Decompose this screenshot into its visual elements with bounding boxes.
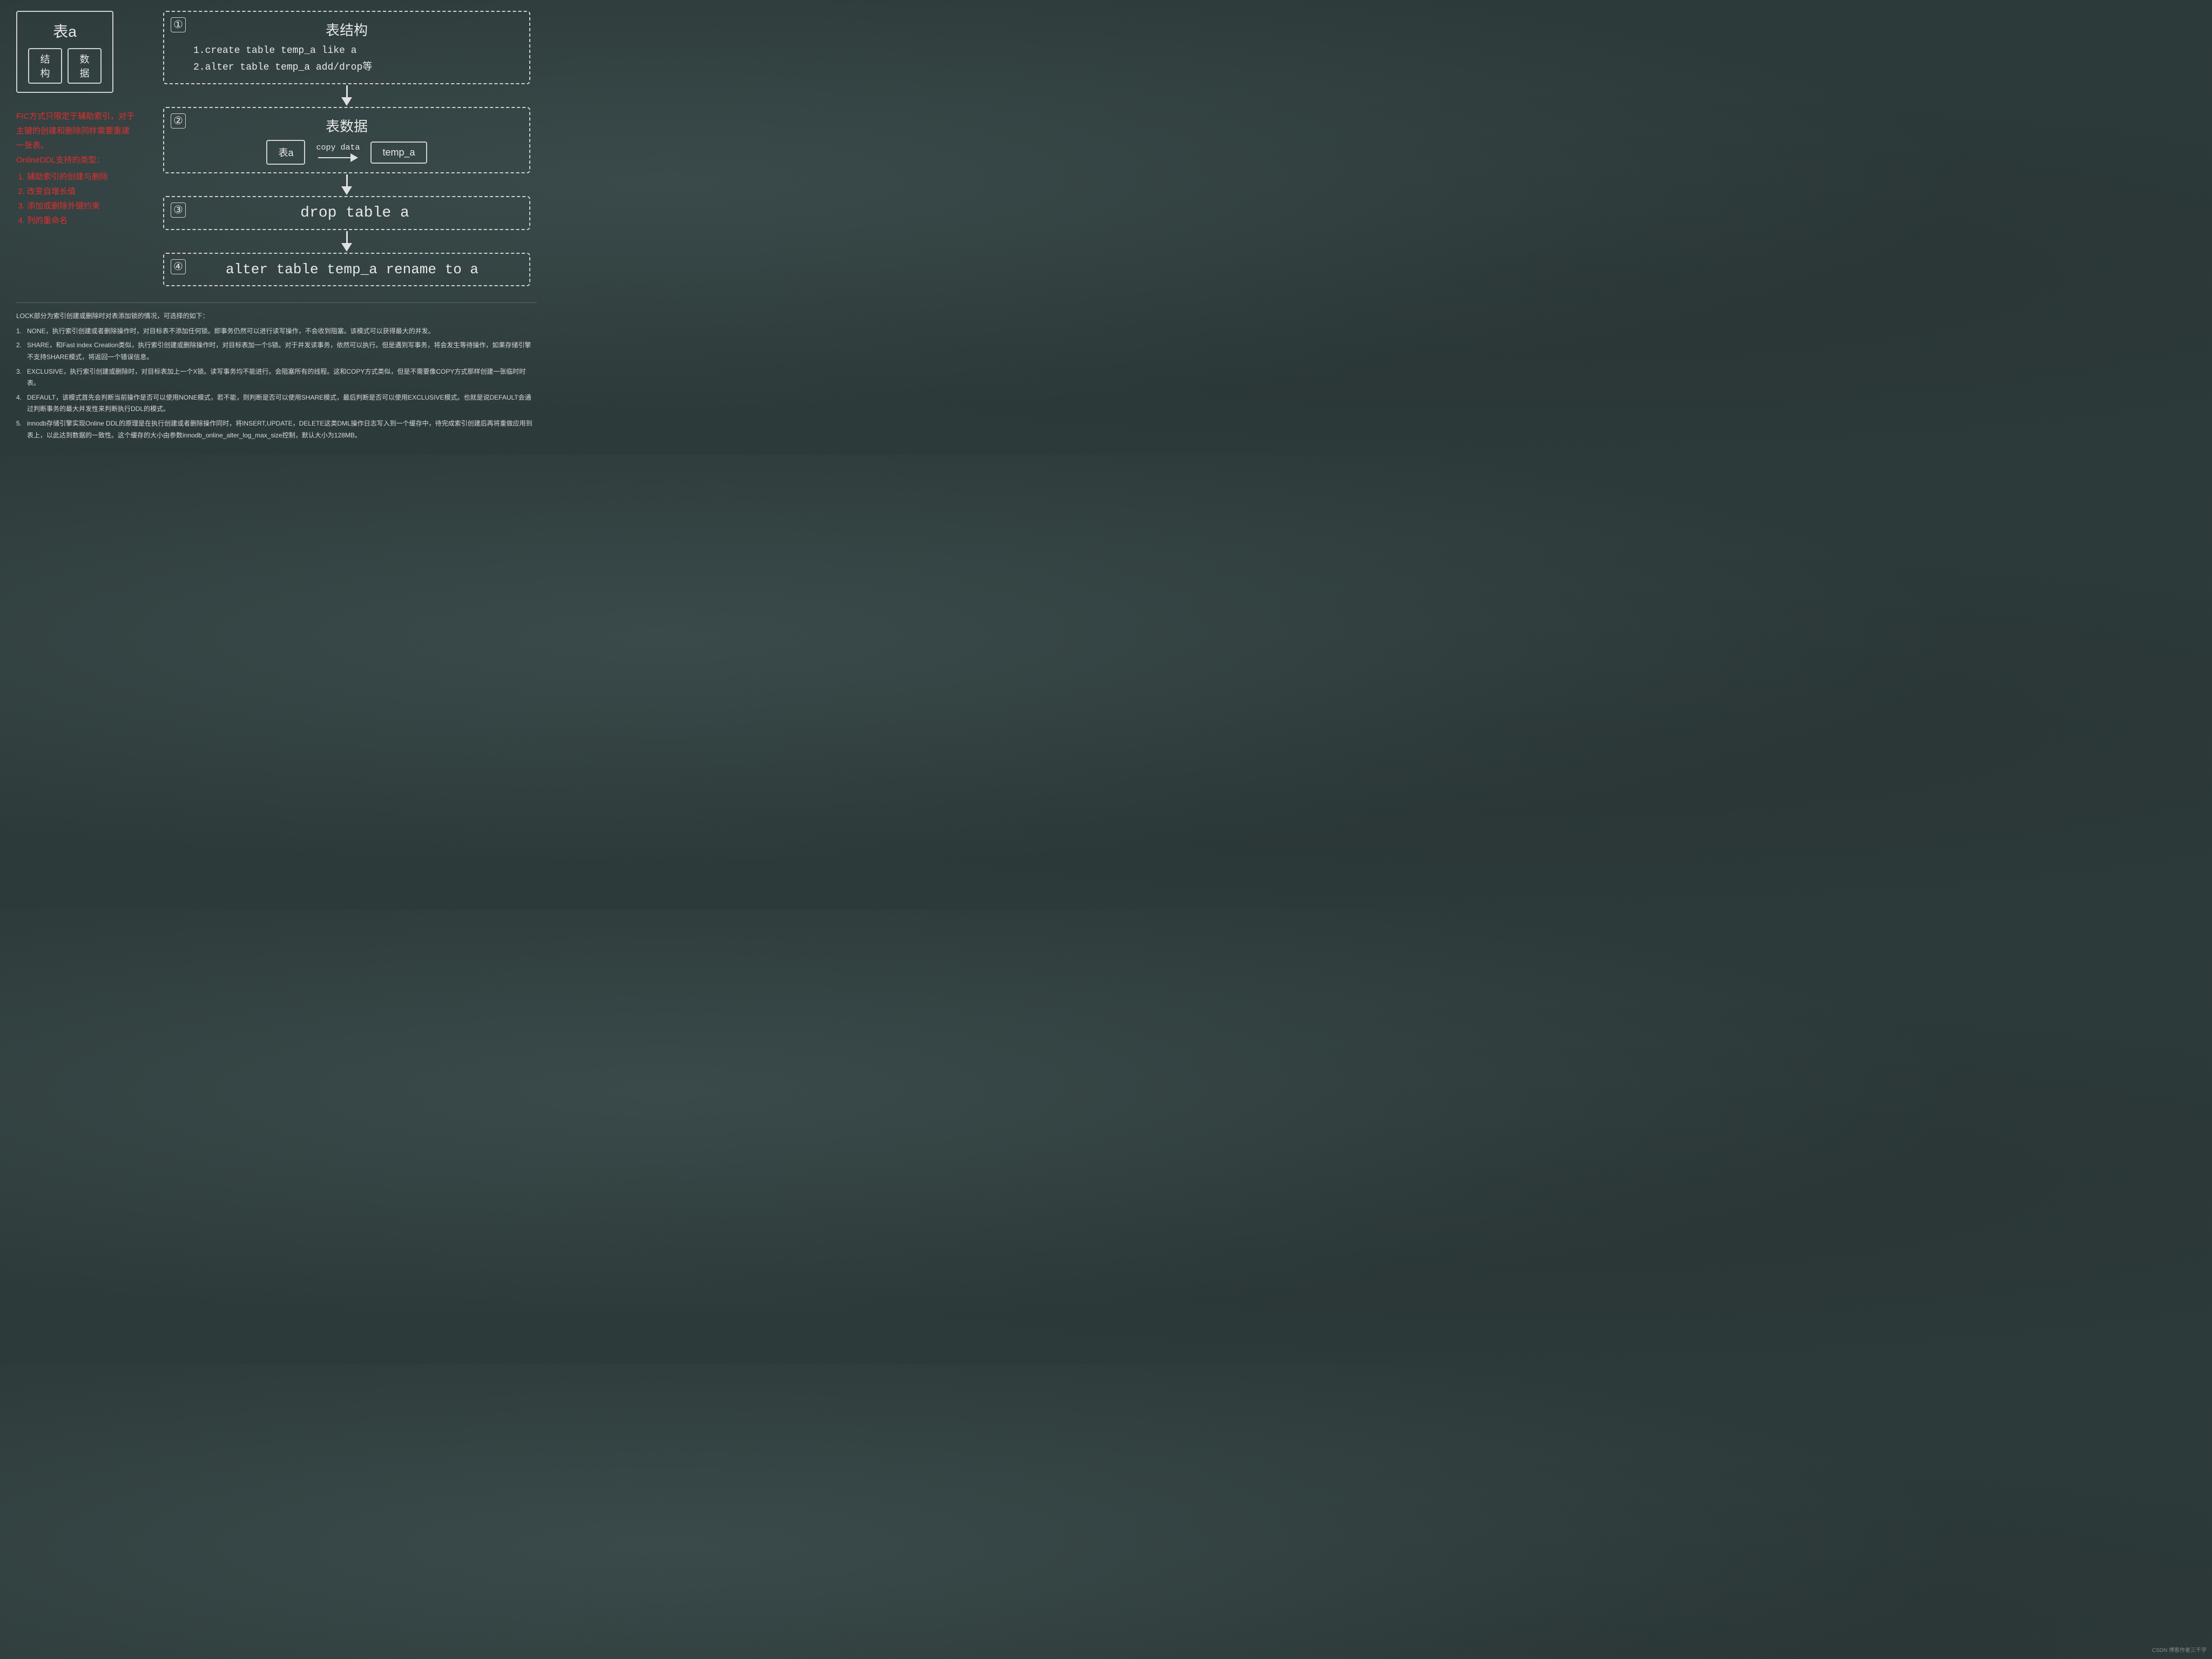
red-text-block: FIC方式只限定于辅助索引，对于主键的创建和删除同样需要重建一张表。 Onlin… (16, 109, 135, 228)
bottom-item-4: 4. DEFAULT，该模式首先会判断当前操作是否可以使用NONE模式，若不能，… (16, 392, 537, 415)
step4-content: alter table temp_a rename to a (177, 261, 516, 278)
horiz-line (318, 157, 350, 158)
arrow-head-3 (341, 243, 352, 252)
copy-label: copy data (316, 143, 360, 152)
step2-title: 表数据 (177, 116, 516, 136)
arrow-head-2 (341, 186, 352, 195)
table-a-title: 表a (28, 20, 102, 42)
page-container: 表a 结构 数据 FIC方式只限定于辅助索引，对于主键的创建和删除同样需要重建一… (16, 11, 537, 441)
bottom-text-1: NONE，执行索引创建或者删除操作时，对目标表不添加任何锁。即事务仍然可以进行读… (27, 327, 435, 335)
bottom-text-2: SHARE，和Fast index Creation类似，执行索引创建或删除操作… (27, 341, 531, 361)
step1-number: ① (171, 17, 186, 32)
arrow-line (346, 85, 348, 97)
step2-number: ② (171, 113, 186, 129)
bottom-text-4: DEFAULT，该模式首先会判断当前操作是否可以使用NONE模式，若不能，则判断… (27, 394, 531, 413)
bottom-item-5: 5. innodb存储引擎实现Online DDL的原理是在执行创建或者删除操作… (16, 418, 537, 441)
data-btn: 数据 (68, 48, 102, 84)
arrow-line-3 (346, 231, 348, 243)
left-panel: 表a 结构 数据 FIC方式只限定于辅助索引，对于主键的创建和删除同样需要重建一… (16, 11, 135, 228)
bottom-num-1: 1. (16, 326, 22, 338)
bottom-item-1: 1. NONE，执行索引创建或者删除操作时，对目标表不添加任何锁。即事务仍然可以… (16, 326, 537, 338)
red-item-2: 改变自增长值 (27, 184, 135, 199)
step3-box: ③ drop table a (163, 196, 530, 230)
table-a-buttons: 结构 数据 (28, 48, 102, 84)
bottom-intro: LOCK部分为索引创建或删除时对表添加锁的情况，可选择的如下： (16, 311, 537, 322)
red-para1: FIC方式只限定于辅助索引，对于主键的创建和删除同样需要重建一张表。 (16, 109, 135, 153)
arrow-3-4 (341, 231, 352, 252)
horiz-head (350, 153, 358, 162)
step1-title: 表结构 (177, 19, 516, 39)
watermark: CSDN 博客作者三千字 (2152, 1645, 2207, 1654)
bottom-num-5: 5. (16, 418, 22, 430)
arrow-head (341, 97, 352, 106)
step1-line1: 1.create table temp_a like a (193, 43, 516, 59)
right-diagram: ① 表结构 1.create table temp_a like a 2.alt… (157, 11, 537, 286)
bottom-num-2: 2. (16, 340, 22, 352)
structure-btn: 结构 (28, 48, 62, 84)
bottom-item-3: 3. EXCLUSIVE，执行索引创建或删除时，对目标表加上一个X锁。读写事务均… (16, 366, 537, 389)
bottom-num-4: 4. (16, 392, 22, 404)
red-item-1: 辅助索引的创建与删除 (27, 170, 135, 184)
step2-right-box: temp_a (370, 141, 427, 164)
red-item-3: 添加或删除外键约束 (27, 199, 135, 213)
step2-inner: 表a copy data temp_a (177, 140, 516, 165)
top-section: 表a 结构 数据 FIC方式只限定于辅助索引，对于主键的创建和删除同样需要重建一… (16, 11, 537, 286)
step1-box: ① 表结构 1.create table temp_a like a 2.alt… (163, 11, 530, 84)
arrow-line-2 (346, 174, 348, 186)
step2-left-box: 表a (266, 140, 305, 165)
bottom-item-2: 2. SHARE，和Fast index Creation类似，执行索引创建或删… (16, 340, 537, 363)
step3-number: ③ (171, 203, 186, 218)
bottom-list: 1. NONE，执行索引创建或者删除操作时，对目标表不添加任何锁。即事务仍然可以… (16, 326, 537, 441)
red-para2: OnlineDDL支持的类型： (16, 153, 135, 167)
step4-box: ④ alter table temp_a rename to a (163, 253, 530, 286)
step3-content: drop table a (177, 205, 516, 221)
arrow-1-2 (341, 85, 352, 106)
step4-number: ④ (171, 259, 186, 274)
bottom-section: LOCK部分为索引创建或删除时对表添加锁的情况，可选择的如下： 1. NONE，… (16, 302, 537, 441)
bottom-text-3: EXCLUSIVE，执行索引创建或删除时，对目标表加上一个X锁。读写事务均不能进… (27, 368, 525, 387)
red-item-4: 列的重命名 (27, 213, 135, 228)
step1-content: 1.create table temp_a like a 2.alter tab… (177, 43, 516, 76)
arrow-2-3 (341, 174, 352, 195)
step2-box: ② 表数据 表a copy data temp_a (163, 107, 530, 173)
copy-arrow: copy data (316, 143, 360, 162)
table-a-box: 表a 结构 数据 (16, 11, 113, 93)
bottom-text-5: innodb存储引擎实现Online DDL的原理是在执行创建或者删除操作同时，… (27, 420, 532, 439)
bottom-num-3: 3. (16, 366, 22, 378)
step1-line2: 2.alter table temp_a add/drop等 (193, 59, 516, 76)
